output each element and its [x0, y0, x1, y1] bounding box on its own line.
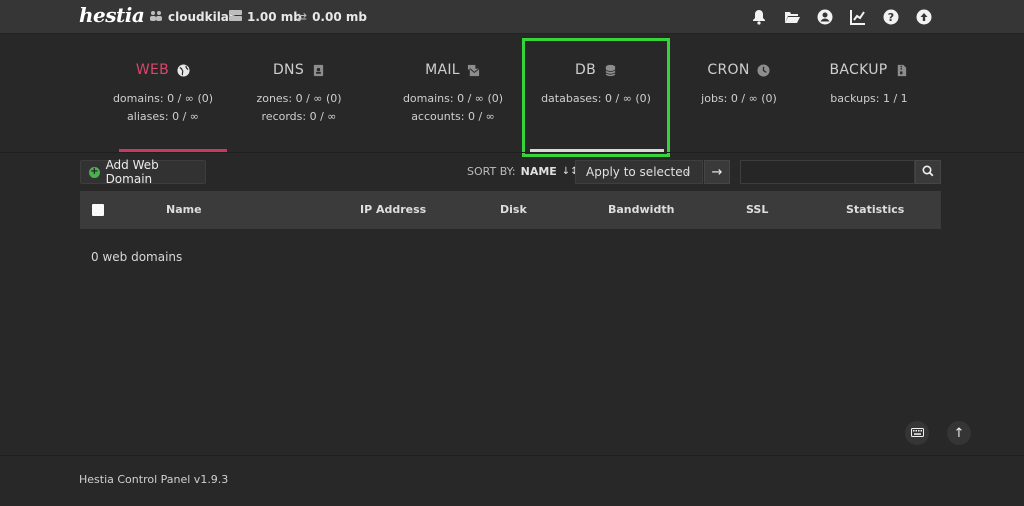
- search-input[interactable]: [740, 160, 915, 184]
- globe-icon: [176, 63, 190, 77]
- column-ssl[interactable]: SSL: [746, 203, 768, 216]
- tab-backup-backups: backups: 1 / 1: [830, 92, 908, 105]
- keyboard-icon: [910, 426, 924, 440]
- footer-divider: [0, 455, 1024, 456]
- tab-mail-label: MAIL: [425, 62, 460, 78]
- column-disk[interactable]: Disk: [500, 203, 527, 216]
- disk-stat: 1.00 mb: [229, 9, 302, 25]
- tab-web[interactable]: WEB domains: 0 / ∞ (0) aliases: 0 / ∞: [99, 36, 227, 152]
- folder-open-icon[interactable]: [782, 8, 802, 26]
- column-statistics[interactable]: Statistics: [846, 203, 904, 216]
- keyboard-shortcuts-button[interactable]: [905, 421, 929, 445]
- top-navbar: hestia cloudkilat 1.00 mb ⇄ 0.00 mb ?: [0, 0, 1024, 34]
- add-web-domain-button[interactable]: + Add Web Domain: [80, 158, 206, 186]
- tab-dns-zones: zones: 0 / ∞ (0): [256, 92, 342, 105]
- plus-circle-icon: +: [89, 166, 100, 178]
- add-web-domain-label: Add Web Domain: [105, 158, 159, 186]
- disk-usage: 1.00 mb: [247, 10, 302, 24]
- sort-value: NAME: [520, 165, 557, 178]
- apply-action-button[interactable]: →: [704, 160, 730, 184]
- help-icon[interactable]: ?: [881, 8, 901, 26]
- user-circle-icon[interactable]: [815, 8, 835, 26]
- sort-control[interactable]: SORT BY: NAME ↓↕: [467, 165, 579, 178]
- bulk-action-select[interactable]: Apply to selected ⌄: [575, 160, 703, 184]
- tab-db-label: DB: [575, 62, 596, 78]
- tab-db[interactable]: DB databases: 0 / ∞ (0): [522, 36, 670, 152]
- section-tabs: WEB domains: 0 / ∞ (0) aliases: 0 / ∞ DN…: [79, 36, 945, 154]
- hestia-logo[interactable]: hestia: [79, 3, 145, 27]
- users-icon: [149, 10, 163, 25]
- bandwidth-stat: ⇄ 0.00 mb: [297, 9, 367, 25]
- file-archive-icon: [895, 63, 909, 77]
- tab-mail-domains: domains: 0 / ∞ (0): [402, 92, 504, 105]
- tab-mail-accounts: accounts: 0 / ∞: [411, 110, 495, 123]
- tab-web-domains: domains: 0 / ∞ (0): [112, 92, 214, 105]
- search-button[interactable]: [915, 160, 941, 184]
- column-bandwidth[interactable]: Bandwidth: [608, 203, 674, 216]
- table-header: Name IP Address Disk Bandwidth SSL Stati…: [80, 191, 941, 229]
- logout-arrow-up-icon[interactable]: [914, 8, 934, 26]
- tab-backup-label: BACKUP: [829, 62, 888, 78]
- tab-web-label: WEB: [135, 62, 170, 78]
- bulk-action-value: Apply to selected: [586, 165, 691, 179]
- database-icon: [603, 63, 617, 77]
- column-ip-address[interactable]: IP Address: [360, 203, 426, 216]
- hdd-icon: [229, 10, 242, 24]
- arrow-right-icon: →: [711, 164, 723, 180]
- exchange-arrows-icon: ⇄: [297, 10, 308, 24]
- tab-cron-label: CRON: [707, 62, 750, 78]
- svg-text:?: ?: [888, 11, 894, 24]
- domain-count: 0 web domains: [91, 250, 183, 264]
- mail-bulk-icon: [467, 63, 481, 77]
- tabs-divider: [0, 152, 1024, 153]
- sort-label: SORT BY:: [467, 165, 516, 178]
- bell-icon[interactable]: [749, 8, 769, 26]
- tab-cron-jobs: jobs: 0 / ∞ (0): [701, 92, 777, 105]
- scroll-to-top-button[interactable]: ↑: [947, 421, 971, 445]
- chart-line-icon[interactable]: [848, 8, 868, 26]
- user-stat: cloudkilat: [149, 9, 235, 25]
- footer-version: Hestia Control Panel v1.9.3: [79, 473, 229, 486]
- tab-cron[interactable]: CRON jobs: 0 / ∞ (0): [679, 36, 799, 152]
- bandwidth-usage: 0.00 mb: [312, 10, 367, 24]
- search-icon: [922, 164, 934, 180]
- tab-web-aliases: aliases: 0 / ∞: [127, 110, 199, 123]
- select-all-checkbox[interactable]: [92, 204, 104, 216]
- arrow-up-icon: ↑: [953, 425, 965, 441]
- tab-backup[interactable]: BACKUP backups: 1 / 1: [809, 36, 929, 152]
- clock-icon: [757, 63, 771, 77]
- tab-dns-label: DNS: [272, 62, 305, 78]
- chevron-down-icon: ⌄: [683, 166, 692, 177]
- tab-dns-records: records: 0 / ∞: [261, 110, 337, 123]
- tab-dns[interactable]: DNS zones: 0 / ∞ (0) records: 0 / ∞: [239, 36, 359, 152]
- address-book-icon: [311, 63, 325, 77]
- column-name[interactable]: Name: [166, 203, 202, 216]
- tab-mail[interactable]: MAIL domains: 0 / ∞ (0) accounts: 0 / ∞: [393, 36, 513, 152]
- tab-db-databases: databases: 0 / ∞ (0): [541, 92, 651, 105]
- username[interactable]: cloudkilat: [168, 10, 235, 24]
